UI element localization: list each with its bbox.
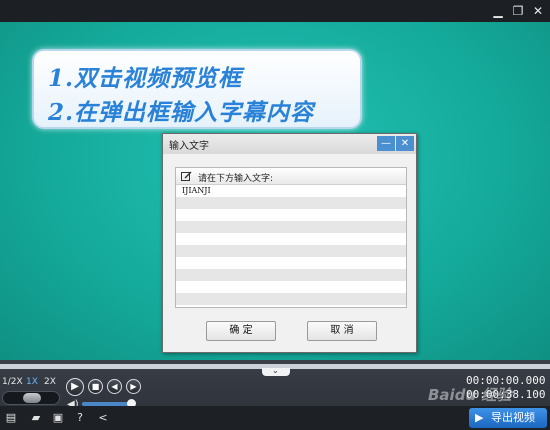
video-preview[interactable]: 1.双击视频预览框 2.在弹出框输入字幕内容 输入文字 — ✕ 请在下方输入文字…: [0, 22, 550, 360]
text-line[interactable]: [176, 197, 406, 209]
text-line[interactable]: [176, 281, 406, 293]
restore-icon[interactable]: ❐: [510, 3, 526, 19]
bottom-toolbar: ▤ ▰ ▣ ? < ▶ 导出视频: [0, 406, 550, 430]
open-folder-icon[interactable]: ▰: [29, 411, 43, 425]
text-input-prompt: 请在下方输入文字:: [198, 174, 274, 184]
dialog-minimize-icon[interactable]: —: [377, 136, 395, 151]
close-icon[interactable]: ✕: [530, 3, 546, 19]
stop-icon[interactable]: ■: [88, 379, 103, 394]
instruction-callout: 1.双击视频预览框 2.在弹出框输入字幕内容: [32, 49, 362, 129]
speed-normal[interactable]: 1X: [24, 377, 40, 387]
text-input-area[interactable]: 请在下方输入文字: IJIANJI: [175, 167, 407, 308]
watermark: Baidu 经验: [428, 386, 512, 404]
input-text-dialog: 输入文字 — ✕ 请在下方输入文字: IJIANJI 确 定 取 消: [162, 133, 417, 353]
callout-line-2: 2.在弹出框输入字幕内容: [48, 99, 315, 126]
text-line[interactable]: [176, 269, 406, 281]
text-input-value: IJIANJI: [182, 186, 211, 195]
previous-frame-icon[interactable]: ◀: [107, 379, 122, 394]
window-titlebar: ▁ ❐ ✕: [0, 0, 550, 22]
callout-line-1: 1.双击视频预览框: [48, 65, 243, 92]
text-input-header: 请在下方输入文字:: [176, 168, 406, 185]
timeline-toggle[interactable]: ⌄: [262, 366, 290, 376]
dialog-titlebar: 输入文字 — ✕: [163, 134, 416, 154]
edit-icon: [181, 171, 192, 181]
export-video-label: 导出视频: [491, 411, 535, 424]
text-line[interactable]: [176, 257, 406, 269]
text-line[interactable]: [176, 245, 406, 257]
dialog-title: 输入文字: [169, 141, 209, 152]
text-line[interactable]: [176, 221, 406, 233]
speed-half[interactable]: 1/2X: [2, 377, 23, 387]
text-line[interactable]: [176, 233, 406, 245]
text-line[interactable]: [176, 293, 406, 305]
dialog-close-icon[interactable]: ✕: [396, 136, 414, 151]
speed-double[interactable]: 2X: [42, 377, 58, 387]
cancel-button[interactable]: 取 消: [307, 321, 377, 341]
export-video-button[interactable]: ▶ 导出视频: [469, 408, 547, 428]
share-icon[interactable]: <: [96, 411, 110, 425]
new-project-icon[interactable]: ▤: [4, 411, 18, 425]
minimize-icon[interactable]: ▁: [490, 3, 506, 19]
export-icon: ▶: [475, 411, 484, 424]
text-line[interactable]: [176, 209, 406, 221]
text-line[interactable]: IJIANJI: [176, 185, 406, 197]
play-icon[interactable]: ▶: [66, 378, 84, 396]
ok-button[interactable]: 确 定: [206, 321, 276, 341]
speed-slider[interactable]: [2, 391, 60, 405]
help-icon[interactable]: ?: [73, 411, 87, 425]
save-icon[interactable]: ▣: [51, 411, 65, 425]
speed-slider-thumb[interactable]: [23, 393, 41, 403]
next-frame-icon[interactable]: ▶: [126, 379, 141, 394]
chevron-down-icon: ⌄: [272, 366, 279, 375]
